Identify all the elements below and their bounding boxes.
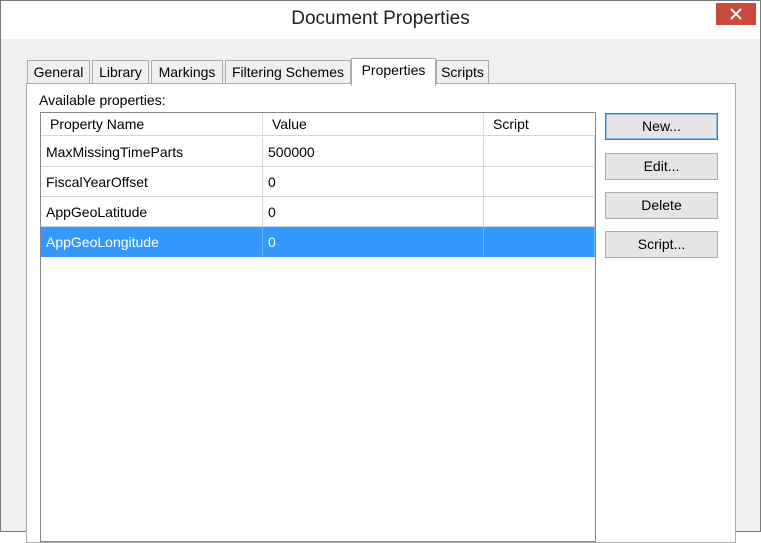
title-bar: Document Properties [1, 1, 760, 39]
property-name-cell: MaxMissingTimeParts [41, 137, 263, 167]
property-value-cell: 0 [263, 197, 484, 227]
close-icon [730, 8, 742, 20]
column-header-script[interactable]: Script [484, 113, 595, 136]
table-row[interactable]: FiscalYearOffset 0 [41, 167, 595, 197]
column-header-value[interactable]: Value [263, 113, 484, 136]
tab-library[interactable]: Library [92, 60, 149, 84]
property-name-cell: FiscalYearOffset [41, 167, 263, 197]
available-properties-label: Available properties: [39, 92, 166, 108]
tab-properties[interactable]: Properties [351, 58, 436, 86]
column-header-property-name[interactable]: Property Name [41, 113, 263, 136]
delete-button[interactable]: Delete [605, 192, 718, 219]
property-name-cell: AppGeoLongitude [41, 227, 263, 257]
property-value-cell: 500000 [263, 137, 484, 167]
tab-scripts[interactable]: Scripts [436, 60, 489, 84]
tab-markings[interactable]: Markings [151, 60, 223, 84]
properties-list[interactable]: Property Name Value Script MaxMissingTim… [40, 112, 596, 542]
table-row[interactable]: MaxMissingTimeParts 500000 [41, 137, 595, 167]
property-value-cell: 0 [263, 167, 484, 197]
tab-filtering-schemes[interactable]: Filtering Schemes [225, 60, 351, 84]
list-header: Property Name Value Script [41, 113, 595, 137]
edit-button[interactable]: Edit... [605, 153, 718, 180]
property-value-cell: 0 [263, 227, 484, 257]
property-script-cell [484, 167, 595, 197]
script-button[interactable]: Script... [605, 231, 718, 258]
property-name-cell: AppGeoLatitude [41, 197, 263, 227]
dialog-title: Document Properties [291, 8, 470, 29]
tab-general[interactable]: General [27, 60, 90, 84]
new-button[interactable]: New... [605, 113, 718, 140]
table-row-selected[interactable]: AppGeoLongitude 0 [41, 227, 595, 257]
property-script-cell [484, 227, 595, 257]
property-script-cell [484, 197, 595, 227]
property-script-cell [484, 137, 595, 167]
close-button[interactable] [716, 3, 756, 25]
table-row[interactable]: AppGeoLatitude 0 [41, 197, 595, 227]
